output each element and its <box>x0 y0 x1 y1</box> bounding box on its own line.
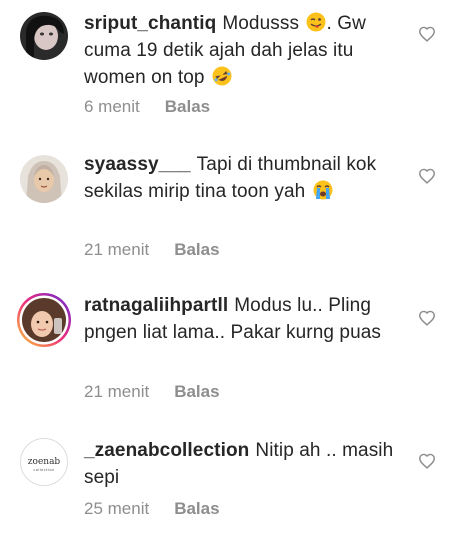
comment-item: zoenab collection _zaenabcollection Nitip… <box>0 415 463 540</box>
avatar[interactable]: zoenab collection <box>20 438 68 486</box>
winking-face-with-tongue-emoji <box>306 12 326 32</box>
comment-body: Modusss <box>222 13 300 34</box>
comment-time: 21 menit <box>84 382 150 401</box>
heart-outline-icon[interactable] <box>418 310 436 326</box>
comment-username[interactable]: syaassy___ <box>84 154 191 175</box>
avatar-logo-subtext: collection <box>33 468 54 472</box>
comment-username[interactable]: _zaenabcollection <box>84 440 249 461</box>
comment-text: syaassy___ Tapi di thumbnail kok sekilas … <box>84 151 404 205</box>
avatar[interactable] <box>20 155 68 203</box>
comment-meta: 21 menit Balas <box>84 382 220 402</box>
comment-item: syaassy___ Tapi di thumbnail kok sekilas … <box>0 125 463 270</box>
avatar-with-story-ring[interactable] <box>16 292 72 348</box>
comment-meta: 25 menit Balas <box>84 499 220 519</box>
comment-time: 25 menit <box>84 499 150 518</box>
reply-button[interactable]: Balas <box>174 382 219 401</box>
comment-username[interactable]: ratnagaliihpartll <box>84 295 228 316</box>
comment-username[interactable]: sriput_chantiq <box>84 13 216 34</box>
reply-button[interactable]: Balas <box>174 240 219 259</box>
loudly-crying-face-emoji <box>313 180 333 200</box>
comment-item: sriput_chantiq Modusss . Gw cuma 19 detik… <box>0 0 463 125</box>
avatar-logo-text: zoenab <box>28 457 61 467</box>
heart-outline-icon[interactable] <box>418 453 436 469</box>
comment-item: ratnagaliihpartll Modus lu.. Pling pngen … <box>0 270 463 415</box>
reply-button[interactable]: Balas <box>174 499 219 518</box>
comment-meta: 6 menit Balas <box>84 97 210 117</box>
avatar[interactable] <box>20 12 68 60</box>
comment-time: 6 menit <box>84 97 140 116</box>
comment-meta: 21 menit Balas <box>84 240 220 260</box>
heart-outline-icon[interactable] <box>418 168 436 184</box>
rolling-on-floor-laughing-emoji <box>212 66 232 86</box>
reply-button[interactable]: Balas <box>165 97 210 116</box>
comment-time: 21 menit <box>84 240 150 259</box>
comment-text: sriput_chantiq Modusss . Gw cuma 19 detik… <box>84 10 404 91</box>
heart-outline-icon[interactable] <box>418 26 436 42</box>
comment-text: _zaenabcollection Nitip ah .. masih sepi <box>84 437 404 491</box>
comment-text: ratnagaliihpartll Modus lu.. Pling pngen … <box>84 292 404 346</box>
